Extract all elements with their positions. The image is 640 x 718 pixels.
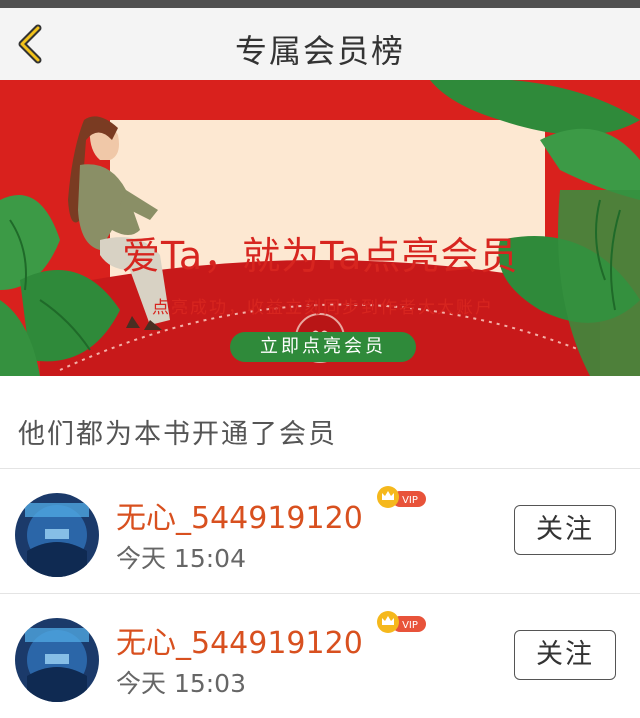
avatar[interactable] bbox=[15, 618, 99, 702]
avatar-image bbox=[15, 493, 99, 577]
status-bar-strip bbox=[0, 0, 640, 8]
avatar[interactable] bbox=[15, 493, 99, 577]
avatar-image bbox=[15, 618, 99, 702]
banner-title: 爱Ta，就为Ta点亮会员 bbox=[122, 234, 519, 278]
banner-subtitle: 点亮成功，收益立刻同步到作者大大账户 bbox=[152, 298, 494, 318]
follow-button[interactable]: 关注 bbox=[514, 505, 616, 555]
section-title: 他们都为本书开通了会员 bbox=[18, 419, 337, 450]
list-item: 无心_544919120 VIP 今天 15:03 关注 bbox=[0, 594, 640, 718]
light-up-member-button[interactable]: 立即点亮会员 bbox=[230, 332, 416, 362]
follow-button[interactable]: 关注 bbox=[514, 630, 616, 680]
member-name[interactable]: 无心_544919120 bbox=[116, 618, 363, 662]
member-name[interactable]: 无心_544919120 bbox=[116, 493, 363, 537]
promo-banner[interactable]: 爱Ta，就为Ta点亮会员 点亮成功，收益立刻同步到作者大大账户 立即点亮会员 bbox=[0, 80, 640, 376]
svg-text:VIP: VIP bbox=[402, 620, 418, 631]
header-bar: 专属会员榜 bbox=[0, 8, 640, 80]
member-time: 今天 15:04 bbox=[116, 544, 246, 573]
vip-crown-icon: VIP bbox=[377, 486, 426, 508]
svg-text:VIP: VIP bbox=[402, 495, 418, 506]
page-title: 专属会员榜 bbox=[234, 32, 405, 70]
vip-crown-icon: VIP bbox=[377, 611, 426, 633]
member-time: 今天 15:03 bbox=[116, 669, 246, 698]
list-item: 无心_544919120 VIP 今天 15:04 关注 bbox=[0, 469, 640, 593]
